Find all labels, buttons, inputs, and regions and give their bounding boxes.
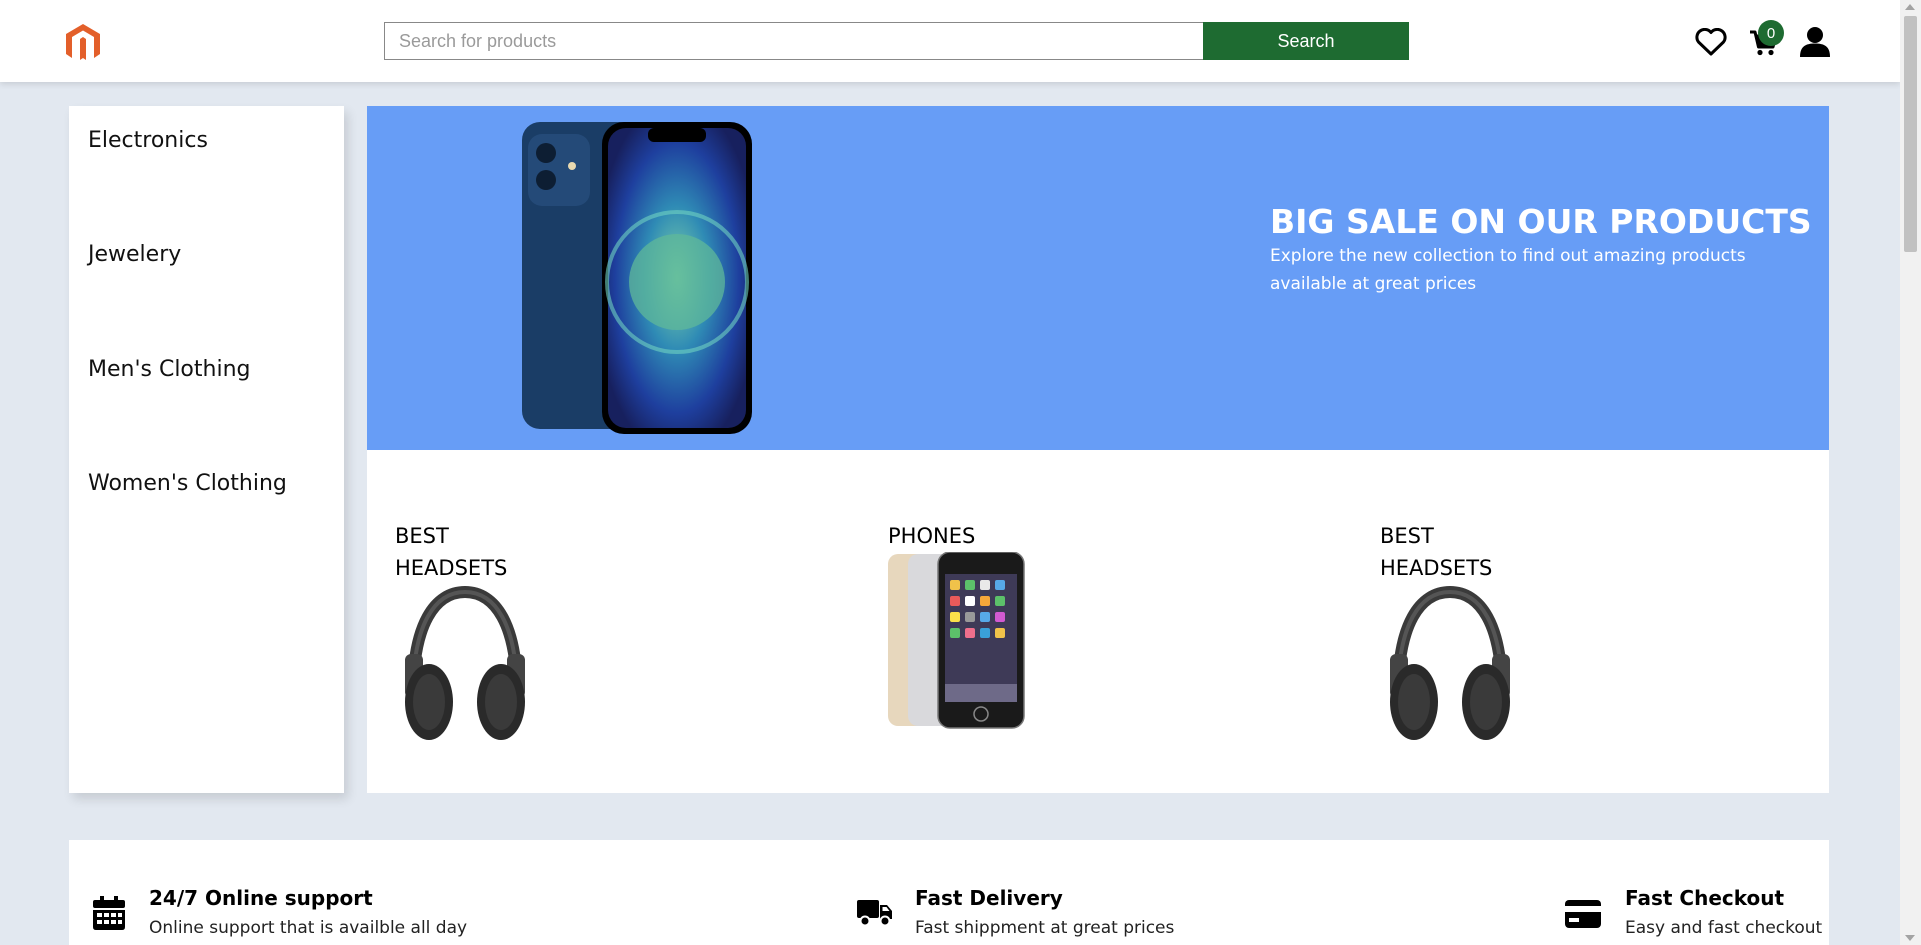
- feature-title: 24/7 Online support: [149, 886, 373, 910]
- calendar-icon: [93, 896, 125, 930]
- credit-card-icon: [1565, 900, 1601, 928]
- cart-count-badge: 0: [1758, 20, 1784, 46]
- page-scrollbar[interactable]: [1900, 0, 1921, 945]
- promo-card-title-line2: HEADSETS: [395, 556, 508, 580]
- promo-card-title-line1: BEST: [395, 524, 449, 548]
- sidebar-item-womens-clothing[interactable]: Women's Clothing: [88, 471, 287, 496]
- scroll-down-icon[interactable]: [1905, 935, 1915, 941]
- promo-card-headsets[interactable]: BEST HEADSETS: [395, 520, 535, 749]
- scroll-up-icon[interactable]: [1905, 4, 1915, 10]
- phones-image: [888, 551, 1025, 729]
- scroll-thumb[interactable]: [1904, 16, 1917, 252]
- category-sidebar: Electronics Jewelery Men's Clothing Wome…: [69, 106, 344, 793]
- search-input[interactable]: [384, 22, 1204, 60]
- hero-subtitle: Explore the new collection to find out a…: [1270, 246, 1746, 294]
- feature-description: Easy and fast checkout: [1625, 918, 1823, 938]
- sidebar-item-jewelery[interactable]: Jewelery: [88, 242, 181, 267]
- feature-title: Fast Delivery: [915, 886, 1063, 910]
- hero-banner[interactable]: BIG SALE ON OUR PRODUCTS Explore the new…: [367, 106, 1829, 450]
- features-strip: 24/7 Online support Online support that …: [69, 840, 1829, 945]
- feature-description: Fast shippment at great prices: [915, 918, 1175, 938]
- promo-card-title-line2: HEADSETS: [1380, 556, 1493, 580]
- headphones-image: [405, 585, 525, 740]
- feature-title: Fast Checkout: [1625, 886, 1785, 910]
- sidebar-item-electronics[interactable]: Electronics: [88, 128, 208, 153]
- promo-card-title-line1: BEST: [1380, 524, 1434, 548]
- wishlist-heart-icon[interactable]: [1692, 22, 1730, 62]
- search-button[interactable]: Search: [1203, 22, 1409, 60]
- headphones-image: [1390, 585, 1510, 740]
- hero-title: BIG SALE ON OUR PRODUCTS: [1270, 202, 1812, 241]
- promo-card-title-line1: PHONES: [888, 524, 976, 548]
- top-navbar: Search 0: [0, 0, 1900, 82]
- iphone-image: [522, 122, 752, 434]
- user-icon[interactable]: [1796, 22, 1834, 62]
- promo-card-phones[interactable]: PHONES: [888, 520, 1028, 737]
- magento-logo-icon[interactable]: [64, 24, 102, 60]
- feature-description: Online support that is availble all day: [149, 918, 468, 938]
- promo-card-headsets[interactable]: BEST HEADSETS: [1380, 520, 1520, 749]
- sidebar-item-mens-clothing[interactable]: Men's Clothing: [88, 357, 251, 382]
- main-content: BIG SALE ON OUR PRODUCTS Explore the new…: [367, 106, 1829, 793]
- truck-icon: [857, 900, 892, 926]
